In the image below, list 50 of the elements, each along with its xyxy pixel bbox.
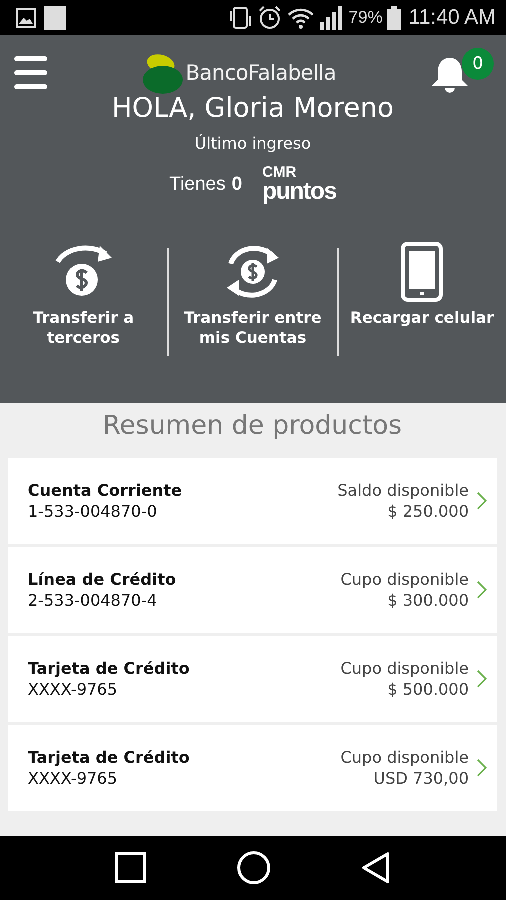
balance-amount: $ 250.000 [388,502,469,521]
product-name: Tarjeta de Crédito [28,659,191,678]
chevron-right-icon [477,670,487,688]
account-number: XXXX-9765 [28,680,119,699]
balance-label: Cupo disponible [340,570,469,589]
alarm-icon [256,4,283,30]
notification-icon [44,6,66,30]
action-button[interactable]: Transferir entre mis Cuentas [169,242,337,356]
vibrate-icon [228,6,253,30]
recent-apps-icon[interactable] [115,852,147,884]
image-icon [16,8,36,28]
brand-name: BancoFalabella [186,61,336,85]
balance-amount: USD 730,00 [374,769,469,788]
home-icon[interactable] [237,851,271,885]
balance-label: Cupo disponible [340,659,469,678]
balance-label: Saldo disponible [338,481,469,500]
product-card[interactable]: Tarjeta de Crédito XXXX-9765 Cupo disponible USD 730,00 [8,725,497,811]
section-title: Resumen de productos [102,410,404,443]
product-card[interactable]: Cuenta Corriente 1-533-004870-0 Saldo disponible $ 250.000 [8,458,497,544]
account-number: 2-533-004870-4 [28,591,158,610]
menu-icon[interactable] [14,55,48,91]
greeting: HOLA, Gloria Moreno [112,93,394,124]
points-prefix: Tienes [170,174,226,196]
chevron-right-icon [477,492,487,510]
points-count: 0 [232,174,242,196]
cmr-logo-text: CMR [262,165,298,180]
product-name: Cuenta Corriente [28,481,184,500]
last-login-label: Último ingreso [194,134,312,153]
account-number: XXXX-9765 [28,769,119,788]
puntos-logo-text: puntos [262,180,336,204]
battery-icon [386,6,401,30]
product-name: Línea de Crédito [28,570,178,589]
balance-label: Cupo disponible [340,748,469,767]
product-card[interactable]: Línea de Crédito 2-533-004870-4 Cupo disponible $ 300.000 [8,547,497,633]
chevron-right-icon [477,759,487,777]
balance-amount: $ 500.000 [388,680,469,699]
product-card[interactable]: Tarjeta de Crédito XXXX-9765 Cupo disponible $ 500.000 [8,636,497,722]
action-button[interactable]: Transferir a terceros [0,242,168,356]
wifi-icon [286,6,315,28]
notification-badge: 0 [462,48,494,80]
chevron-right-icon [477,581,487,599]
back-icon[interactable] [361,852,391,884]
product-name: Tarjeta de Crédito [28,748,191,767]
mobile-phone-icon [400,242,444,302]
signal-icon [318,6,345,30]
action-button[interactable]: Recargar celular [338,242,506,356]
account-number: 1-533-004870-0 [28,502,158,521]
clock-time: 11:40 AM [408,6,496,30]
battery-percent: 79% [348,8,383,28]
balance-amount: $ 300.000 [388,591,469,610]
